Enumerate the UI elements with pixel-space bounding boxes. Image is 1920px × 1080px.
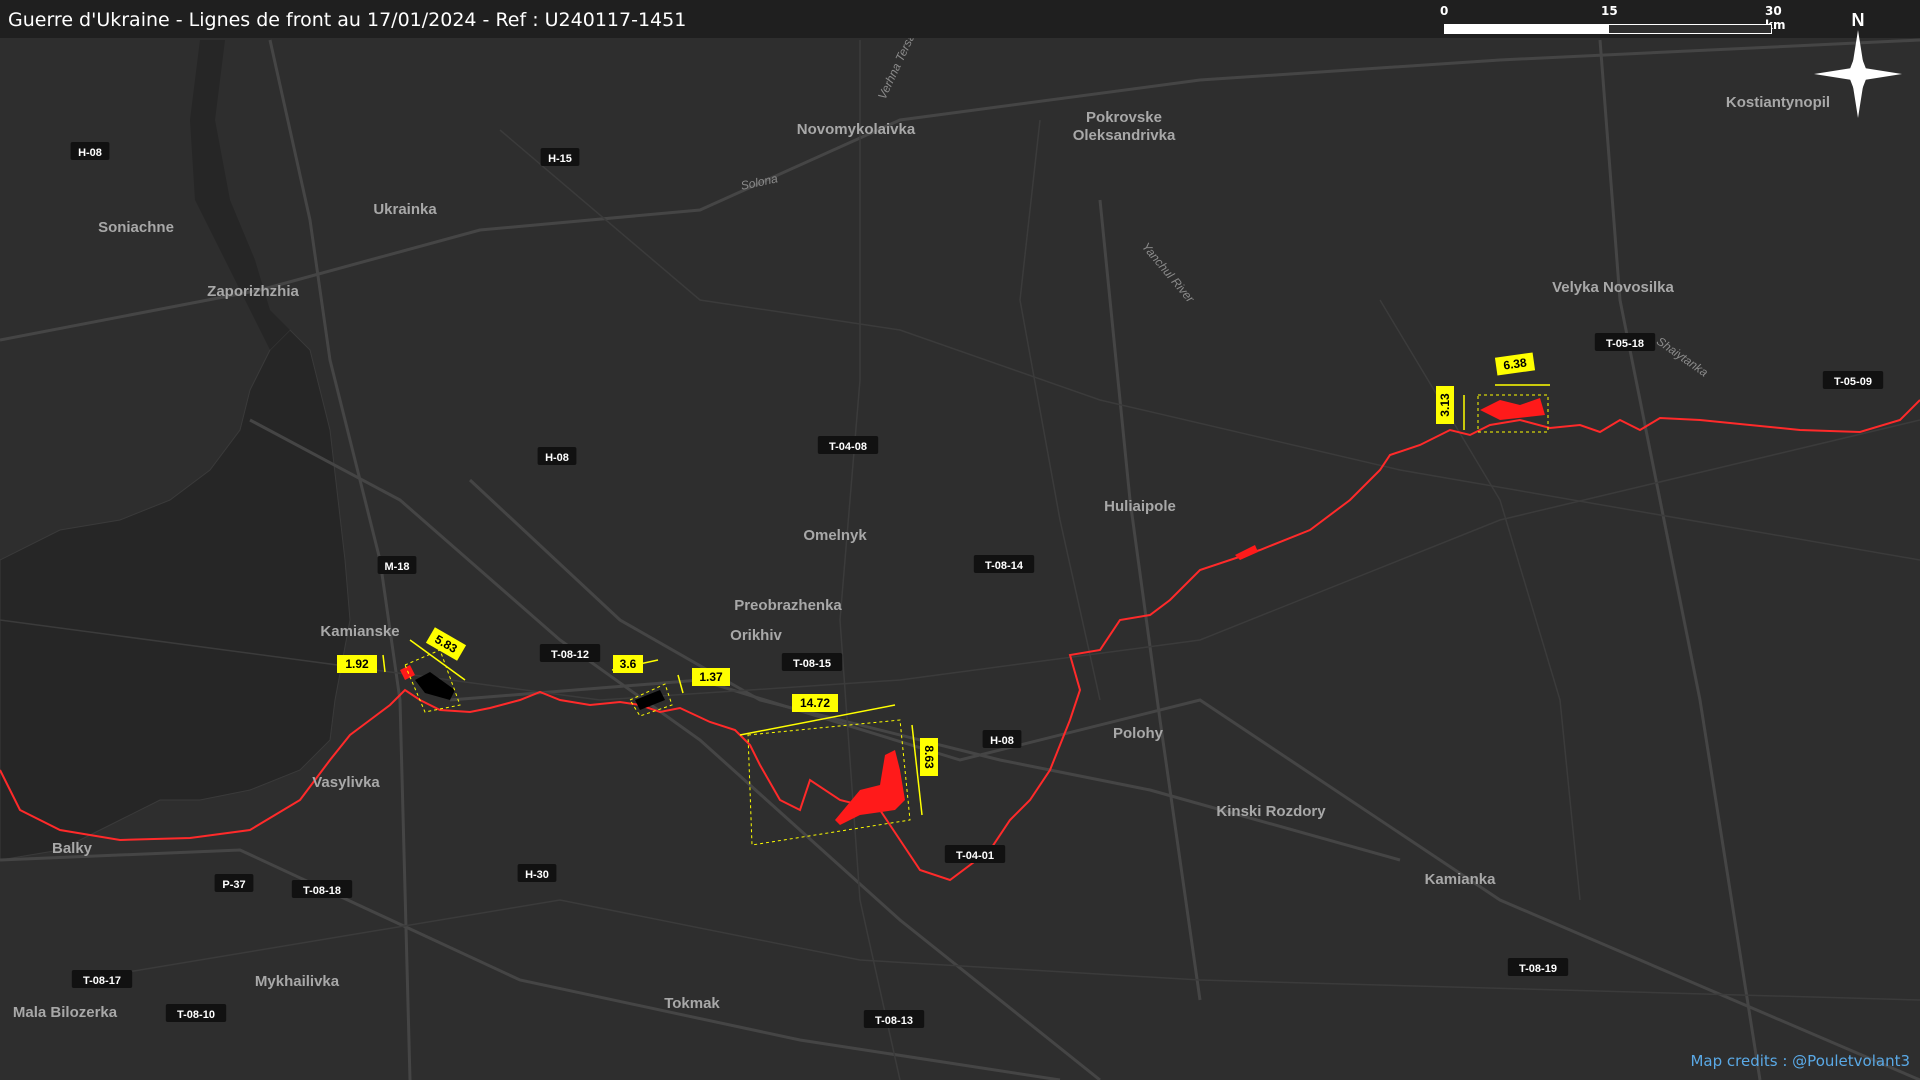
scale-segment-2 <box>1608 24 1772 34</box>
city-label: Polohy <box>1113 725 1164 742</box>
road-label: T-08-12 <box>551 649 589 661</box>
map-title: Guerre d'Ukraine - Lignes de front au 17… <box>8 9 687 31</box>
road-label: M-18 <box>384 561 409 573</box>
city-label: Velyka Novosilka <box>1552 279 1674 296</box>
city-label: Balky <box>52 840 93 857</box>
road-label: T-08-13 <box>875 1015 913 1027</box>
city-label: Vasylivka <box>312 774 380 791</box>
road-label: T-08-18 <box>303 885 341 897</box>
measure-label: 14.72 <box>800 696 830 710</box>
north-arrow-icon: N <box>1814 10 1902 118</box>
road-label: H-08 <box>990 735 1014 747</box>
city-label: Orikhiv <box>730 627 782 644</box>
measure-label: 1.37 <box>699 670 723 684</box>
road-label: T-04-08 <box>829 441 867 453</box>
road-label: H-08 <box>545 452 569 464</box>
map-credits: Map credits : @Pouletvolant3 <box>1690 1052 1910 1070</box>
road-label: T-05-18 <box>1606 338 1644 350</box>
scale-segment-1 <box>1444 24 1608 34</box>
city-label: Mala Bilozerka <box>13 1004 118 1021</box>
measure-label: 3.6 <box>620 657 637 671</box>
road-label: T-05-09 <box>1834 376 1872 388</box>
road-label: H-15 <box>548 153 572 165</box>
north-label: N <box>1852 10 1865 30</box>
city-label: Kamianka <box>1425 871 1497 888</box>
city-label: Kinski Rozdory <box>1216 803 1326 820</box>
city-label: Mykhailivka <box>255 973 340 990</box>
scale-label-15: 15 <box>1601 4 1618 18</box>
scale-bar: 0 15 30 km <box>1440 4 1785 38</box>
city-label: Huliaipole <box>1104 498 1176 515</box>
city-label: Kamianske <box>320 623 399 640</box>
city-label: Ukrainka <box>373 201 437 218</box>
road-label: T-08-19 <box>1519 963 1557 975</box>
city-label: Novomykolaivka <box>797 121 916 138</box>
measure-label: 3.13 <box>1438 393 1452 417</box>
road-label: T-08-10 <box>177 1009 215 1021</box>
city-label: Tokmak <box>664 995 720 1012</box>
road-label: P-37 <box>222 879 245 891</box>
road-label: T-08-14 <box>985 560 1024 572</box>
scale-label-0: 0 <box>1440 4 1449 18</box>
city-label: Soniachne <box>98 219 174 236</box>
city-label: Oleksandrivka <box>1073 127 1176 144</box>
road-label: T-08-17 <box>83 975 121 987</box>
road-label: H-08 <box>78 147 102 159</box>
road-label: T-04-01 <box>956 850 994 862</box>
city-label: Pokrovske <box>1086 109 1162 126</box>
road-label: T-08-15 <box>793 658 831 670</box>
measure-label: 1.92 <box>345 657 369 671</box>
measure-label: 8.63 <box>922 745 936 769</box>
city-label: Preobrazhenka <box>734 597 842 614</box>
city-label: Omelnyk <box>803 527 867 544</box>
map-canvas[interactable]: 1.92 5.83 3.6 1.37 14.72 8.63 6.38 3.13 … <box>0 0 1920 1080</box>
city-label: Zaporizhzhia <box>207 283 299 300</box>
road-label: H-30 <box>525 869 549 881</box>
